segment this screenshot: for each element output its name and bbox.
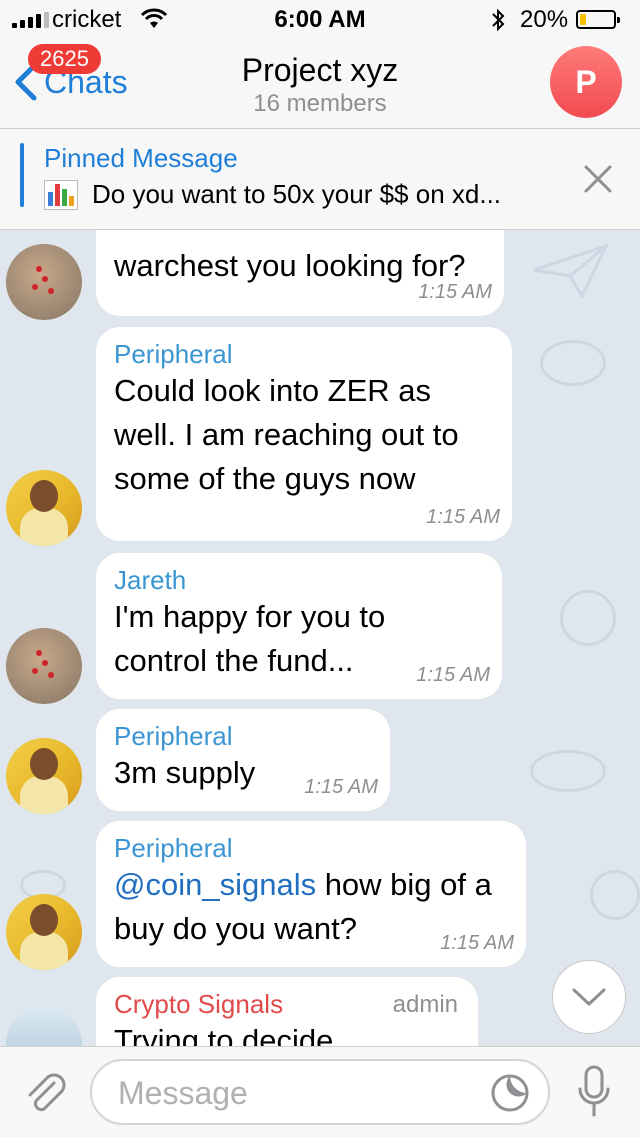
- sender-name[interactable]: Peripheral: [114, 339, 494, 369]
- message-bubble[interactable]: Peripheral Could look into ZER as well. …: [96, 327, 512, 541]
- sender-avatar[interactable]: [6, 470, 82, 546]
- message-bubble[interactable]: Peripheral @coin_signals how big of a bu…: [96, 821, 526, 967]
- member-count: 16 members: [253, 90, 387, 117]
- battery-percent: 20%: [520, 6, 569, 33]
- sender-avatar[interactable]: [6, 738, 82, 814]
- pinned-text: Do you want to 50x your $$ on xd...: [92, 179, 502, 209]
- message-text: Could look into ZER as well. I am reachi…: [114, 373, 459, 496]
- message-text: warchest you looking for?: [114, 248, 466, 283]
- chat-title[interactable]: Project xyz: [0, 52, 640, 89]
- sender-avatar[interactable]: [6, 1006, 82, 1046]
- bar-chart-icon: [44, 179, 78, 210]
- message-field[interactable]: [90, 1059, 550, 1125]
- chevron-down-icon: [572, 988, 606, 1006]
- pinned-accent-bar: [20, 143, 24, 207]
- message-time: 1:15 AM: [416, 664, 490, 686]
- message-time: 1:15 AM: [440, 932, 514, 954]
- sender-avatar[interactable]: [6, 894, 82, 970]
- status-bar: cricket 6:00 AM 20%: [0, 0, 640, 40]
- microphone-icon[interactable]: [576, 1065, 612, 1119]
- attach-paperclip-icon[interactable]: [22, 1069, 68, 1117]
- pinned-message-bar[interactable]: Pinned Message Do you want to 50x your $…: [0, 129, 640, 230]
- bluetooth-icon: [492, 8, 505, 32]
- close-icon[interactable]: [578, 159, 618, 199]
- sender-avatar[interactable]: [6, 244, 82, 320]
- sender-name[interactable]: Jareth: [114, 565, 484, 595]
- admin-badge: admin: [392, 991, 458, 1018]
- sender-avatar[interactable]: [6, 628, 82, 704]
- pinned-content: Do you want to 50x your $$ on xd...: [44, 179, 501, 210]
- message-input[interactable]: [116, 1071, 460, 1115]
- message-list[interactable]: warchest you looking for? 1:15 AM Periph…: [0, 230, 640, 1046]
- sender-name[interactable]: Peripheral: [114, 833, 508, 863]
- background-doodle: [540, 340, 606, 386]
- message-text: Trying to decide: [114, 1023, 334, 1046]
- paper-plane-doodle: [533, 243, 609, 300]
- navigation-bar: Chats 2625 Project xyz 16 members P: [0, 40, 640, 129]
- message-bubble[interactable]: Peripheral 3m supply 1:15 AM: [96, 709, 390, 811]
- background-doodle: [590, 870, 640, 920]
- mention-link[interactable]: @coin_signals: [114, 867, 316, 902]
- group-avatar[interactable]: P: [550, 46, 622, 118]
- message-time: 1:15 AM: [304, 776, 378, 798]
- message-bubble[interactable]: Crypto Signals admin Trying to decide: [96, 977, 478, 1046]
- message-text: I'm happy for you to control the fund...: [114, 599, 386, 678]
- background-doodle: [530, 750, 606, 792]
- message-bubble[interactable]: Jareth I'm happy for you to control the …: [96, 553, 502, 699]
- message-time: 1:15 AM: [426, 506, 500, 528]
- sticker-icon[interactable]: [490, 1073, 530, 1113]
- pinned-label: Pinned Message: [44, 143, 238, 173]
- message-bubble[interactable]: warchest you looking for? 1:15 AM: [96, 230, 504, 316]
- message-input-bar: [0, 1046, 640, 1137]
- scroll-to-bottom-button[interactable]: [552, 960, 626, 1034]
- background-doodle: [560, 590, 616, 646]
- message-time: 1:15 AM: [418, 281, 492, 303]
- battery-icon: [576, 10, 620, 29]
- sender-name[interactable]: Peripheral: [114, 721, 372, 751]
